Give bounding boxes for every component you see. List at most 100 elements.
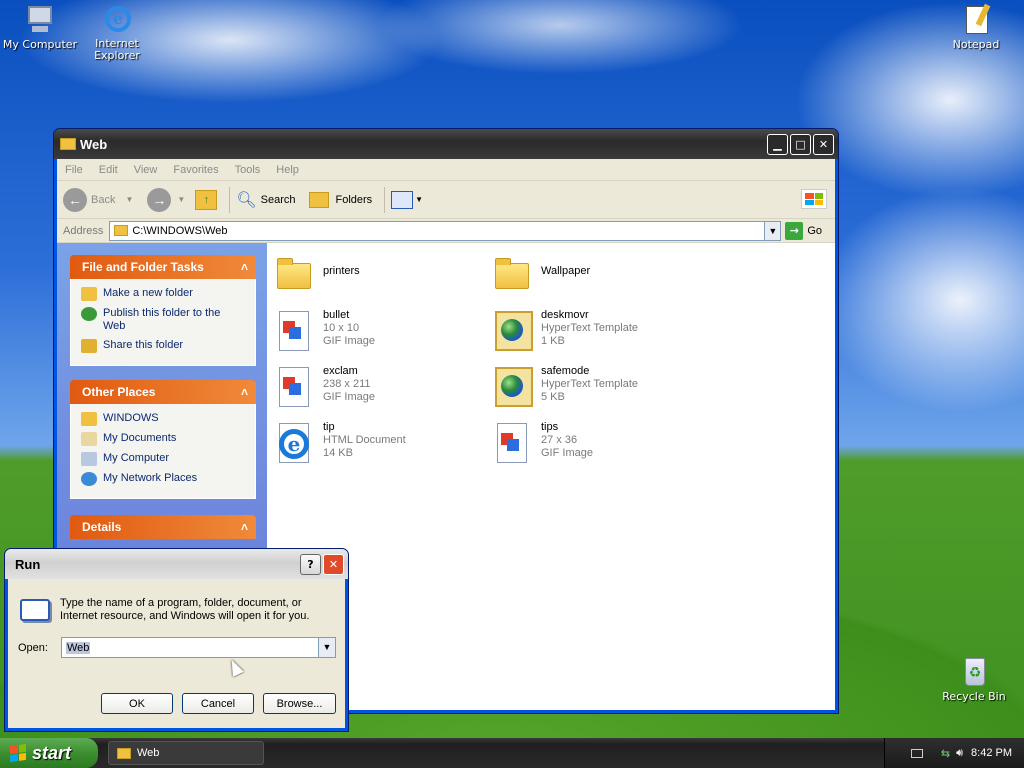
address-input[interactable]: C:\WINDOWS\Web ▼ (109, 220, 782, 241)
desktop-icon-notepad[interactable]: Notepad (936, 3, 1016, 51)
back-button[interactable]: ← Back ▼ (63, 187, 133, 212)
system-tray: ⇆ 🔊︎ 8:42 PM (884, 738, 1024, 768)
new-folder-icon (81, 287, 97, 301)
close-button[interactable]: ✕ (323, 553, 344, 575)
back-label: Back (91, 193, 116, 206)
open-input[interactable]: Web (66, 641, 91, 654)
views-button[interactable]: ▼ (391, 190, 423, 209)
file-item[interactable]: printers (275, 253, 485, 297)
network-icon[interactable]: ⇆ (941, 747, 950, 760)
file-type: HyperText Template (541, 322, 639, 334)
taskbar-item-web[interactable]: Web (108, 741, 264, 765)
notepad-icon (960, 3, 992, 36)
menu-help[interactable]: Help (276, 164, 299, 176)
gif-image-icon (275, 365, 315, 409)
folders-icon (309, 191, 330, 208)
folders-button[interactable]: Folders (309, 191, 372, 208)
collapse-chevron-icon: ˄ (240, 520, 248, 534)
place-label: My Computer (103, 452, 170, 464)
folder-icon (117, 747, 131, 759)
file-size: 5 KB (541, 391, 565, 403)
back-arrow-icon: ← (63, 187, 87, 212)
taskbar: start Web ⇆ 🔊︎ 8:42 PM (0, 738, 1024, 768)
help-icon: ? (307, 557, 314, 571)
task-label: Share this folder (103, 339, 184, 351)
desktop-icon-label: Internet Explorer (94, 37, 140, 62)
panel-header[interactable]: File and Folder Tasks ˄ (70, 255, 256, 279)
windows-logo-icon (801, 189, 827, 209)
ok-button[interactable]: OK (101, 693, 173, 714)
gif-image-icon (493, 421, 533, 465)
up-folder-button[interactable]: ↑ (195, 189, 218, 210)
file-item[interactable]: deskmovr HyperText Template 1 KB (493, 309, 703, 353)
file-item[interactable]: exclam 238 x 211 GIF Image (275, 365, 485, 409)
file-type: 238 x 211 (323, 378, 371, 390)
internet-explorer-icon: e (101, 4, 133, 36)
run-description: Type the name of a program, folder, docu… (60, 597, 310, 622)
panel-header[interactable]: Other Places ˄ (70, 380, 256, 404)
desktop-icon-label: Recycle Bin (942, 690, 1006, 703)
file-item[interactable]: safemode HyperText Template 5 KB (493, 365, 703, 409)
task-share-folder[interactable]: Share this folder (81, 339, 245, 353)
file-size: GIF Image (323, 335, 375, 347)
minimize-button[interactable]: ▁ (767, 133, 788, 155)
folder-icon (81, 412, 97, 426)
file-name: printers (323, 265, 360, 277)
menu-file[interactable]: File (65, 164, 83, 176)
place-my-computer[interactable]: My Computer (81, 452, 245, 466)
place-my-documents[interactable]: My Documents (81, 432, 245, 446)
file-item[interactable]: tips 27 x 36 GIF Image (493, 421, 703, 465)
task-make-folder[interactable]: Make a new folder (81, 287, 245, 301)
open-dropdown-button[interactable]: ▼ (318, 638, 335, 657)
file-type: HyperText Template (541, 378, 639, 390)
clock[interactable]: 8:42 PM (971, 747, 1012, 759)
explorer-titlebar[interactable]: Web ▁ □ ✕ (54, 129, 838, 159)
desktop-icon-internet-explorer[interactable]: e Internet Explorer (77, 4, 157, 62)
panel-header[interactable]: Details ˄ (70, 515, 256, 539)
place-label: My Documents (103, 432, 177, 444)
maximize-button[interactable]: □ (790, 133, 811, 155)
chevron-down-icon: ▼ (177, 195, 186, 204)
file-type: 27 x 36 (541, 434, 578, 446)
browse-button[interactable]: Browse... (263, 693, 336, 714)
file-size: GIF Image (541, 447, 593, 459)
desktop-icon-label: My Computer (2, 38, 78, 51)
go-button[interactable]: → Go (785, 221, 822, 240)
my-documents-icon (81, 432, 97, 446)
file-item[interactable]: e tip HTML Document 14 KB (275, 421, 485, 465)
run-icon (20, 599, 50, 621)
desktop-icon-my-computer[interactable]: My Computer (0, 4, 80, 51)
place-windows[interactable]: WINDOWS (81, 412, 245, 426)
place-my-network-places[interactable]: My Network Places (81, 472, 245, 486)
collapse-chevron-icon: ˄ (240, 385, 248, 399)
run-titlebar[interactable]: Run ? ✕ (5, 549, 348, 579)
file-item[interactable]: bullet 10 x 10 GIF Image (275, 309, 485, 353)
menu-bar: File Edit View Favorites Tools Help (57, 159, 835, 209)
menu-view[interactable]: View (134, 164, 158, 176)
file-item[interactable]: Wallpaper (493, 253, 703, 297)
go-arrow-icon: → (785, 221, 804, 240)
taskbar-item-label: Web (137, 747, 160, 759)
desktop-icon-recycle-bin[interactable]: ♻ Recycle Bin (934, 656, 1014, 703)
start-button[interactable]: start (0, 738, 98, 768)
help-button[interactable]: ? (300, 553, 321, 575)
address-bar: Address C:\WINDOWS\Web ▼ → Go (57, 219, 835, 243)
menu-edit[interactable]: Edit (99, 164, 118, 176)
minimize-icon: ▁ (773, 137, 782, 151)
file-name: bullet (323, 309, 350, 321)
task-label: Publish this folder to the Web (103, 307, 221, 332)
menu-tools[interactable]: Tools (235, 164, 261, 176)
folder-icon (60, 138, 76, 150)
search-icon: 🔍︎ (236, 191, 257, 209)
forward-button[interactable]: → ▼ (147, 187, 186, 212)
address-dropdown-button[interactable]: ▼ (764, 221, 781, 240)
volume-icon[interactable]: 🔊︎ (956, 747, 963, 760)
search-button[interactable]: 🔍︎ Search (236, 190, 295, 210)
close-button[interactable]: ✕ (813, 133, 834, 155)
keyboard-icon[interactable] (910, 748, 923, 758)
cancel-button[interactable]: Cancel (182, 693, 254, 714)
open-combobox[interactable]: Web ▼ (61, 637, 336, 658)
menu-favorites[interactable]: Favorites (173, 164, 218, 176)
details-panel: Details ˄ (70, 515, 256, 539)
task-publish-web[interactable]: Publish this folder to the Web (81, 307, 245, 333)
